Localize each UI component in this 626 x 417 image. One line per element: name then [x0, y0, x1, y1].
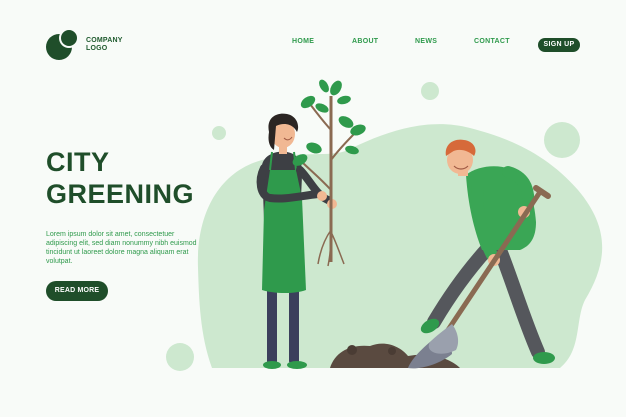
read-more-button[interactable]: READ MORE — [46, 281, 108, 301]
decor-circle-3 — [544, 122, 580, 158]
nav-contact[interactable]: CONTACT — [474, 38, 510, 45]
nav-news[interactable]: NEWS — [415, 38, 437, 45]
nav-home[interactable]: HOME — [292, 38, 314, 45]
decor-circle-4 — [166, 343, 194, 371]
decor-circle-2 — [212, 126, 226, 140]
decor-circle-1 — [421, 82, 439, 100]
soil-clump — [347, 345, 357, 355]
main-nav: HOME ABOUT NEWS CONTACT — [0, 38, 626, 52]
soil-clump — [388, 347, 396, 355]
background-blob — [197, 124, 603, 368]
sign-up-button[interactable]: SIGN UP — [538, 38, 580, 52]
tree-planting-illustration — [166, 79, 603, 371]
nav-about[interactable]: ABOUT — [352, 38, 378, 45]
landing-page: COMPANY LOGO HOME ABOUT NEWS CONTACT SIG… — [0, 0, 626, 417]
